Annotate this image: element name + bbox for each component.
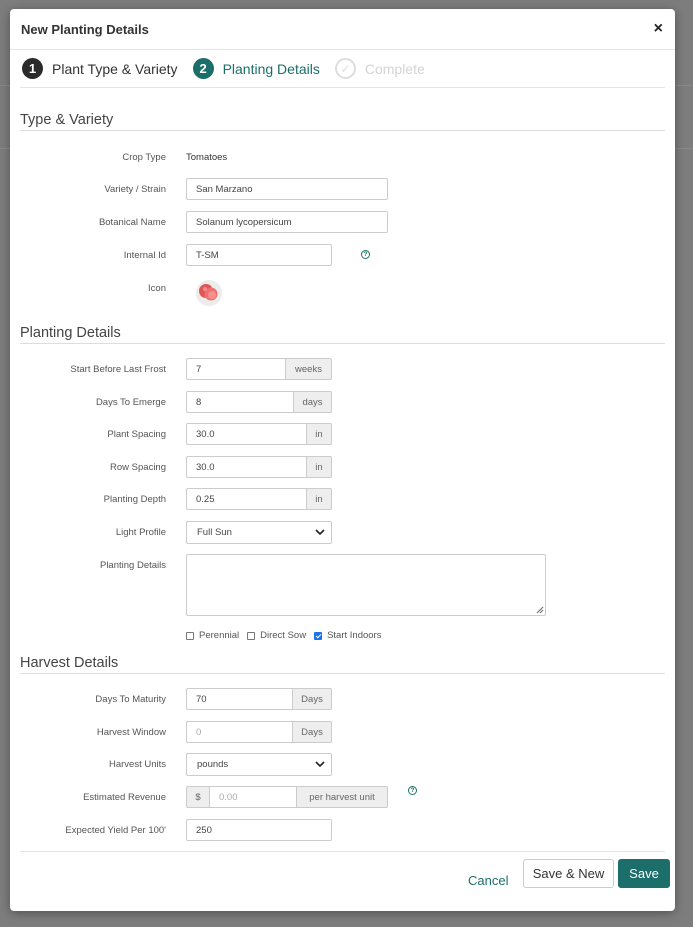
days-unit: Days xyxy=(293,688,332,710)
days-emerge-label: Days To Emerge xyxy=(95,396,166,408)
internal-id-input[interactable] xyxy=(186,244,332,266)
days-to-maturity-input[interactable] xyxy=(186,688,293,710)
direct-sow-checkbox[interactable]: Direct Sow xyxy=(247,630,306,641)
revenue-label: Estimated Revenue xyxy=(83,791,166,803)
internal-id-label: Internal Id xyxy=(123,249,166,261)
harvest-units-select[interactable]: pounds xyxy=(186,753,332,776)
row-spacing-label: Row Spacing xyxy=(110,461,166,473)
step-label: Plant Type & Variety xyxy=(52,60,178,77)
save-button[interactable]: Save xyxy=(618,859,670,888)
checkbox-box-checked xyxy=(314,631,323,640)
step-planting-details[interactable]: 2 Planting Details xyxy=(192,58,320,79)
light-profile-row: Light Profile Full Sun xyxy=(10,521,675,544)
start-before-label: Start Before Last Frost xyxy=(70,363,166,375)
harvest-units-row: Harvest Units pounds xyxy=(10,753,675,776)
help-icon[interactable]: ? xyxy=(408,786,417,795)
variety-label: Variety / Strain xyxy=(104,183,166,195)
chevron-down-icon xyxy=(315,529,325,536)
plant-spacing-label: Plant Spacing xyxy=(107,428,166,440)
days-unit: Days xyxy=(293,721,332,743)
checkbox-box xyxy=(186,631,194,640)
planting-depth-label: Planting Depth xyxy=(103,493,166,505)
planting-options: Perennial Direct Sow Start Indoors xyxy=(186,630,389,641)
start-before-row: Start Before Last Frost weeks xyxy=(10,358,675,380)
plant-spacing-row: Plant Spacing in xyxy=(10,423,675,445)
planting-notes-label: Planting Details xyxy=(99,559,166,571)
weeks-unit: weeks xyxy=(286,358,332,380)
section-title-type-variety: Type & Variety xyxy=(20,112,665,131)
step-number-badge: 1 xyxy=(22,58,43,79)
modal-header: New Planting Details × xyxy=(10,9,675,50)
maturity-label: Days To Maturity xyxy=(95,693,166,705)
modal-footer: Cancel Save & New Save xyxy=(20,851,670,911)
icon-label: Icon xyxy=(148,282,166,294)
per-unit-suffix: per harvest unit xyxy=(297,786,388,808)
planting-depth-input[interactable] xyxy=(186,488,307,510)
step-label: Complete xyxy=(364,60,425,77)
light-profile-label: Light Profile xyxy=(115,526,166,538)
crop-type-row: Crop Type Tomatoes xyxy=(10,146,675,168)
planting-notes-textarea[interactable] xyxy=(186,554,546,616)
botanical-name-input[interactable] xyxy=(186,211,388,233)
step-number-badge: 2 xyxy=(192,58,214,79)
planting-depth-row: Planting Depth in xyxy=(10,488,675,510)
days-unit: days xyxy=(294,391,332,413)
perennial-checkbox[interactable]: Perennial xyxy=(186,630,239,641)
harvest-window-row: Harvest Window Days xyxy=(10,721,675,743)
yield-row: Expected Yield Per 100' xyxy=(10,819,675,841)
crop-type-label: Crop Type xyxy=(122,151,166,163)
new-planting-modal: New Planting Details × 1 Plant Type & Va… xyxy=(10,9,675,911)
checkbox-box xyxy=(247,631,256,640)
internal-id-row: Internal Id ? xyxy=(10,244,675,266)
inch-unit: in xyxy=(307,456,332,478)
crop-type-value: Tomatoes xyxy=(186,151,228,163)
botanical-label: Botanical Name xyxy=(98,216,166,228)
harvest-units-label: Harvest Units xyxy=(108,758,166,770)
section-title-planting: Planting Details xyxy=(20,325,665,344)
variety-row: Variety / Strain xyxy=(10,178,675,200)
close-icon[interactable]: × xyxy=(652,19,665,39)
expected-yield-input[interactable] xyxy=(186,819,332,841)
harvest-units-value: pounds xyxy=(197,759,229,770)
modal-title: New Planting Details xyxy=(21,21,149,37)
days-emerge-input[interactable] xyxy=(186,391,294,413)
days-emerge-row: Days To Emerge days xyxy=(10,391,675,413)
light-profile-value: Full Sun xyxy=(197,527,232,538)
currency-prefix: $ xyxy=(186,786,209,808)
harvest-window-label: Harvest Window xyxy=(96,726,166,738)
wizard-steps: 1 Plant Type & Variety 2 Planting Detail… xyxy=(20,50,665,88)
light-profile-select[interactable]: Full Sun xyxy=(186,521,332,544)
start-before-input[interactable] xyxy=(186,358,286,380)
variety-input[interactable] xyxy=(186,178,388,200)
step-label: Planting Details xyxy=(222,60,320,77)
step-complete[interactable]: ✓ Complete xyxy=(334,58,425,79)
check-icon: ✓ xyxy=(334,58,356,79)
help-icon[interactable]: ? xyxy=(361,250,370,259)
maturity-row: Days To Maturity Days xyxy=(10,688,675,710)
row-spacing-input[interactable] xyxy=(186,456,307,478)
plant-spacing-input[interactable] xyxy=(186,423,307,445)
botanical-row: Botanical Name xyxy=(10,211,675,233)
harvest-window-input[interactable] xyxy=(186,721,293,743)
tomato-icon[interactable] xyxy=(196,280,222,306)
cancel-link[interactable]: Cancel xyxy=(468,873,508,888)
save-and-new-button[interactable]: Save & New xyxy=(523,859,614,888)
yield-label: Expected Yield Per 100' xyxy=(65,824,166,836)
row-spacing-row: Row Spacing in xyxy=(10,456,675,478)
step-plant-type[interactable]: 1 Plant Type & Variety xyxy=(22,58,178,79)
revenue-row: Estimated Revenue $ per harvest unit ? xyxy=(10,786,675,808)
estimated-revenue-input[interactable] xyxy=(209,786,297,808)
start-indoors-checkbox[interactable]: Start Indoors xyxy=(314,630,381,641)
icon-row: Icon xyxy=(10,277,675,306)
inch-unit: in xyxy=(307,488,332,510)
resize-grip-icon[interactable] xyxy=(536,606,544,614)
chevron-down-icon xyxy=(315,761,325,768)
section-title-harvest: Harvest Details xyxy=(20,655,665,674)
inch-unit: in xyxy=(307,423,332,445)
